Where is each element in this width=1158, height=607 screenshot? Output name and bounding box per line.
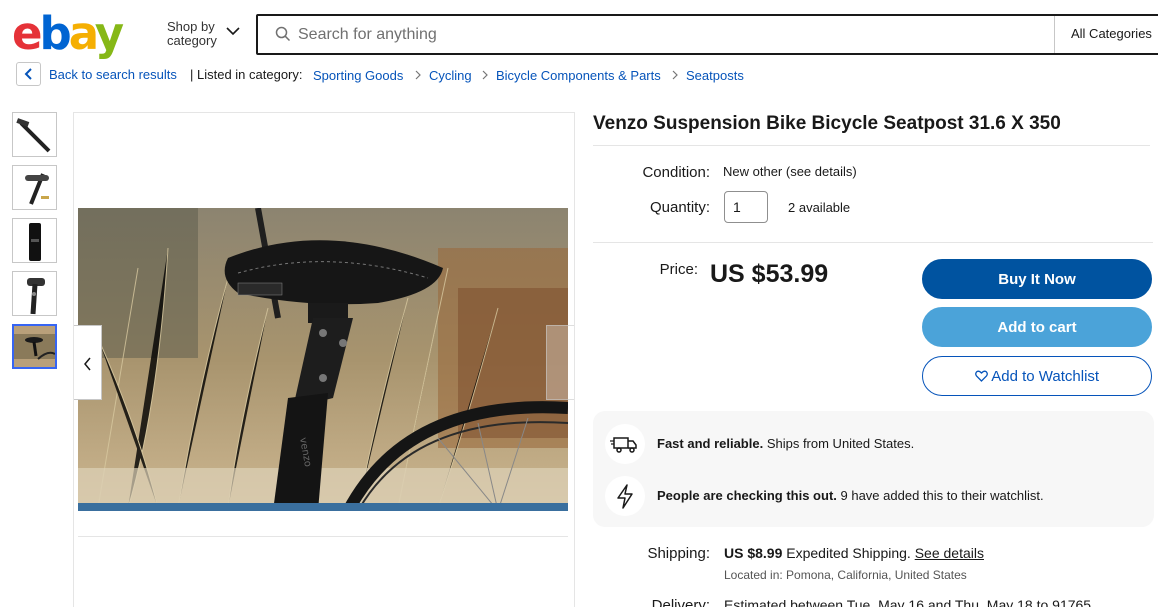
chevron-right-icon (482, 70, 488, 80)
seatpost-thumbnail-image (16, 118, 51, 153)
chevron-down-icon[interactable] (226, 27, 240, 36)
price-label: Price: (659, 261, 698, 278)
chevron-right-icon (415, 70, 421, 80)
lightning-icon-circle (605, 476, 645, 516)
thumbnail-active[interactable] (12, 324, 57, 369)
breadcrumb-cycling[interactable]: Cycling (429, 68, 472, 83)
chevron-left-icon (24, 68, 32, 80)
item-title: Venzo Suspension Bike Bicycle Seatpost 3… (593, 113, 1061, 134)
watchers-text: People are checking this out. 9 have add… (657, 488, 1044, 503)
see-details-link[interactable]: See details (915, 545, 984, 561)
category-label: category (167, 33, 217, 48)
info-panel (593, 411, 1154, 527)
quantity-input[interactable] (724, 191, 768, 223)
divider (593, 242, 1153, 243)
item-location: Located in: Pomona, California, United S… (724, 568, 967, 582)
lightning-icon (617, 484, 633, 509)
truck-icon (610, 437, 637, 453)
thumbnail[interactable] (12, 271, 57, 316)
add-to-watchlist-button[interactable]: Add to Watchlist (922, 356, 1152, 396)
thumbnail[interactable] (12, 112, 57, 157)
available-count: 2 available (788, 200, 851, 215)
shipping-value: US $8.99 Expedited Shipping. See details (724, 545, 984, 561)
bike-photo-thumbnail-image (14, 326, 55, 367)
shipping-label: Shipping: (647, 545, 710, 562)
breadcrumb-seatposts[interactable]: Seatposts (686, 68, 744, 83)
next-image-button[interactable] (546, 325, 574, 400)
search-icon (275, 26, 291, 42)
buy-it-now-button[interactable]: Buy It Now (922, 259, 1152, 299)
image-divider (78, 536, 568, 537)
previous-image-button[interactable] (74, 325, 102, 400)
chevron-left-icon (84, 357, 91, 371)
main-product-image[interactable]: venzo (78, 208, 568, 511)
quantity-label: Quantity: (649, 199, 710, 216)
heart-icon (975, 370, 988, 382)
ebay-logo[interactable]: ebay (12, 10, 124, 58)
listed-in-category-label: | Listed in category: (190, 67, 303, 82)
search-input[interactable] (298, 24, 998, 46)
bike-seat-photo: venzo (78, 208, 568, 511)
fast-reliable-text: Fast and reliable. Ships from United Sta… (657, 436, 915, 451)
seatpost-thumbnail-image (29, 223, 41, 261)
seatpost-thumbnail-image (27, 278, 45, 315)
shop-by-category-button[interactable]: Shop by category (167, 20, 217, 48)
category-select[interactable]: All Categories (1054, 16, 1158, 53)
condition-value: New other (see details) (723, 164, 857, 179)
add-to-cart-button[interactable]: Add to cart (922, 307, 1152, 347)
breadcrumb-sporting-goods[interactable]: Sporting Goods (313, 68, 403, 83)
thumbnail[interactable] (12, 218, 57, 263)
shop-by-label: Shop by (167, 19, 215, 34)
chevron-right-icon (672, 70, 678, 80)
back-to-search-link[interactable]: Back to search results (49, 67, 177, 82)
delivery-estimate: Estimated between Tue. May 16 and Thu. M… (724, 597, 1092, 607)
divider (593, 145, 1150, 146)
thumbnail[interactable] (12, 165, 57, 210)
delivery-label: Delivery: (651, 597, 710, 607)
seatpost-thumbnail-image (25, 173, 49, 205)
condition-label: Condition: (642, 164, 710, 181)
breadcrumb-bicycle-components[interactable]: Bicycle Components & Parts (496, 68, 661, 83)
watchlist-label: Add to Watchlist (991, 368, 1100, 385)
price-value: US $53.99 (710, 260, 829, 288)
truck-icon-circle (605, 424, 645, 464)
back-button[interactable] (16, 62, 41, 86)
